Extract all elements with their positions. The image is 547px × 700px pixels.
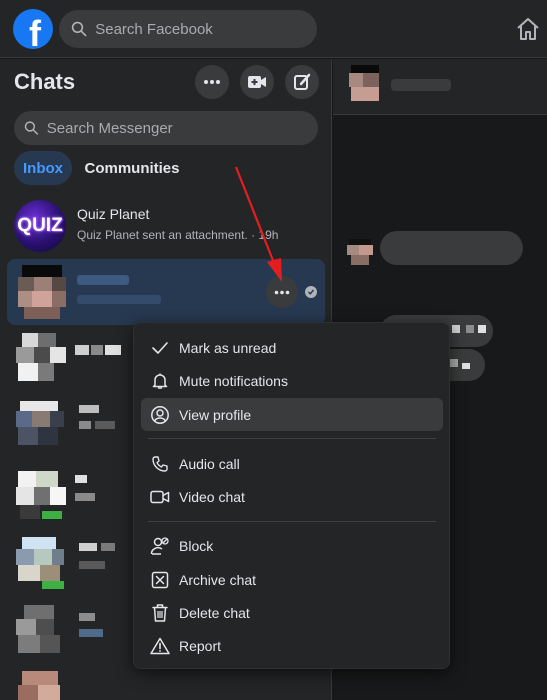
chat-name: Quiz Planet [77,206,150,222]
avatar [347,239,373,265]
menu-item-archive-chat[interactable]: Archive chat [141,563,443,596]
facebook-search-input[interactable] [95,20,317,38]
block-user-icon [143,536,177,556]
menu-divider [148,521,436,522]
search-icon [24,121,39,135]
avatar [347,65,383,103]
avatar [12,467,68,523]
chat-more-options-button[interactable] [266,276,298,308]
facebook-search-bar[interactable] [59,10,317,48]
archive-icon [143,571,177,589]
blurred-name [79,613,129,643]
chat-preview: Quiz Planet sent an attachment. · 19h [77,228,279,242]
more-horizontal-icon [204,80,220,84]
tab-inbox[interactable]: Inbox [14,151,72,185]
phone-icon [143,455,177,473]
menu-item-mute-notifications[interactable]: Mute notifications [141,364,443,397]
blurred-name [75,345,133,355]
chat-context-menu: Mark as unread Mute notifications View p… [133,322,450,669]
chat-item-quiz-planet[interactable]: QUIZ Quiz Planet Quiz Planet sent an att… [7,192,325,258]
home-button[interactable] [513,14,543,44]
user-circle-icon [143,405,177,425]
search-icon [71,21,87,37]
avatar: QUIZ [14,200,66,252]
menu-item-block[interactable]: Block [141,529,443,562]
tab-communities[interactable]: Communities [78,151,186,185]
more-options-button[interactable] [195,65,229,99]
conversation-header [333,59,547,115]
trash-icon [143,603,177,623]
menu-item-delete-chat[interactable]: Delete chat [141,596,443,629]
menu-item-audio-call[interactable]: Audio call [141,447,443,480]
compose-icon [294,73,311,90]
new-video-room-button[interactable] [240,65,274,99]
new-message-button[interactable] [285,65,319,99]
chat-item[interactable] [7,665,325,700]
blurred-name [391,79,451,91]
blurred-preview [77,295,161,304]
message-bubble [380,231,523,265]
video-icon [143,489,177,505]
avatar [12,667,68,700]
avatar [16,265,68,321]
warning-icon [143,637,177,655]
read-receipt-icon [305,286,317,298]
check-icon [143,339,177,357]
home-icon [517,18,539,40]
avatar [12,331,68,387]
menu-item-report[interactable]: Report [141,629,443,662]
blurred-name [77,275,129,285]
menu-divider [148,438,436,439]
messenger-search-input[interactable] [46,119,318,137]
menu-item-view-profile[interactable]: View profile [141,398,443,431]
more-horizontal-icon [274,290,290,294]
facebook-logo[interactable]: f [13,9,53,49]
blurred-name [75,475,115,505]
menu-item-video-chat[interactable]: Video chat [141,480,443,513]
top-bar: f [0,0,547,58]
messenger-search-bar[interactable] [14,111,318,145]
chats-title: Chats [14,69,76,94]
avatar [12,399,68,455]
avatar [12,603,68,659]
bell-icon [143,372,177,390]
blurred-name [79,543,129,573]
chat-item-active[interactable] [7,259,325,325]
blurred-name [79,405,129,435]
video-plus-icon [248,76,266,88]
menu-item-mark-as-unread[interactable]: Mark as unread [141,331,443,364]
avatar [12,535,68,591]
